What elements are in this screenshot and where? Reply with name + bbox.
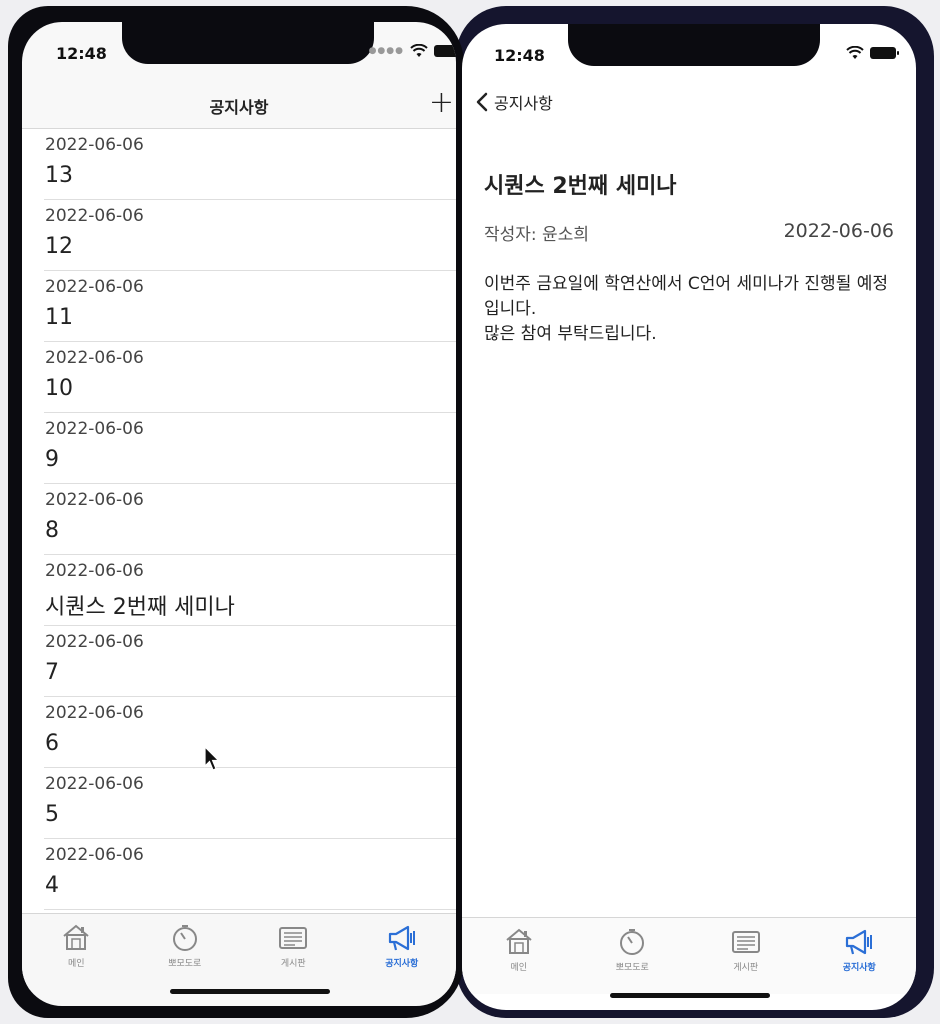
notice-title: 6 [45, 731, 59, 756]
battery-icon [870, 47, 899, 59]
home-icon [465, 926, 573, 958]
tab-pomodoro[interactable]: 뽀모도로 [578, 918, 686, 994]
tab-notice[interactable]: 공지사항 [805, 918, 913, 994]
tab-label: 게시판 [733, 963, 759, 973]
tab-label: 뽀모도로 [168, 959, 202, 969]
tab-label: 뽀모도로 [615, 963, 649, 973]
tab-label: 공지사항 [385, 959, 419, 969]
back-button[interactable]: 공지사항 [476, 90, 553, 114]
signal-icon: ●●●● [368, 46, 404, 56]
notice-title: 13 [45, 163, 73, 188]
notice-date: 2022-06-06 [45, 561, 144, 581]
notice-date: 2022-06-06 [45, 774, 144, 794]
notice-list-item[interactable]: 2022-06-06 시퀀스 2번째 세미나 [44, 555, 456, 626]
tab-main[interactable]: 메인 [465, 918, 573, 994]
notice-title: 시퀀스 2번째 세미나 [484, 174, 677, 199]
add-notice-button[interactable]: + [429, 86, 454, 120]
notch [122, 22, 374, 64]
page-title: 공지사항 [209, 98, 269, 117]
mouse-cursor-icon [204, 746, 220, 771]
notice-title: 5 [45, 802, 59, 827]
tab-main[interactable]: 메인 [22, 914, 130, 990]
author-label: 작성자: 윤소희 [484, 225, 589, 245]
status-time: 12:48 [56, 44, 107, 63]
notice-title: 11 [45, 305, 73, 330]
notice-list-item[interactable]: 2022-06-06 4 [44, 839, 456, 910]
notice-title: 10 [45, 376, 73, 401]
navigation-bar: 공지사항 + [22, 82, 456, 129]
notice-list-item[interactable]: 2022-06-06 6 [44, 697, 456, 768]
notice-title: 4 [45, 873, 59, 898]
notice-date: 2022-06-06 [45, 348, 144, 368]
tab-label: 메인 [67, 959, 85, 969]
notice-title: 시퀀스 2번째 세미나 [45, 595, 235, 620]
notice-date: 2022-06-06 [45, 419, 144, 439]
tab-label: 공지사항 [842, 963, 876, 973]
timer-icon [578, 926, 686, 958]
notice-detail-screen: 12:48 공지사항 시퀀스 2번째 세미나 작성자: 윤소희 2022-06-… [462, 24, 916, 1010]
home-icon [22, 922, 130, 954]
megaphone-icon [348, 922, 456, 954]
home-indicator[interactable] [170, 989, 330, 994]
status-icons [846, 46, 899, 60]
notice-list-item[interactable]: 2022-06-06 9 [44, 413, 456, 484]
status-time: 12:48 [494, 46, 545, 65]
tab-bar: 메인 뽀모도로 게시판 공지사항 [22, 913, 456, 990]
notice-body: 이번주 금요일에 학연산에서 C언어 세미나가 진행될 예정입니다. 많은 참여… [484, 274, 889, 344]
notice-list-item[interactable]: 2022-06-06 12 [44, 200, 456, 271]
notice-date: 2022-06-06 [45, 703, 144, 723]
notice-title: 7 [45, 660, 59, 685]
notice-date: 2022-06-06 [45, 277, 144, 297]
notice-date: 2022-06-06 [45, 490, 144, 510]
notice-list-item[interactable]: 2022-06-06 8 [44, 484, 456, 555]
battery-icon [434, 45, 456, 57]
tab-notice[interactable]: 공지사항 [348, 914, 456, 990]
notice-date: 2022-06-06 [45, 206, 144, 226]
notice-date: 2022-06-06 [783, 220, 894, 242]
home-indicator[interactable] [610, 993, 770, 998]
notice-list-screen: 12:48 ●●●● 공지사항 + 2022-06-06 13 2022-06-06… [22, 22, 456, 1006]
chevron-left-icon [476, 92, 488, 112]
notice-date: 2022-06-06 [45, 632, 144, 652]
tab-label: 메인 [510, 963, 528, 973]
notice-list-item[interactable]: 2022-06-06 13 [44, 129, 456, 200]
notice-title: 12 [45, 234, 73, 259]
notice-title: 8 [45, 518, 59, 543]
wifi-icon [846, 46, 864, 59]
notice-list[interactable]: 2022-06-06 13 2022-06-06 12 2022-06-06 11 2022… [22, 129, 456, 915]
wifi-icon [410, 44, 428, 57]
timer-icon [131, 922, 239, 954]
board-icon [239, 922, 347, 954]
megaphone-icon [805, 926, 913, 958]
board-icon [692, 926, 800, 958]
tab-board[interactable]: 게시판 [239, 914, 347, 990]
tab-board[interactable]: 게시판 [692, 918, 800, 994]
notice-title: 9 [45, 447, 59, 472]
back-label: 공지사항 [494, 94, 553, 113]
notch [568, 24, 820, 66]
notice-list-item[interactable]: 2022-06-06 10 [44, 342, 456, 413]
tab-pomodoro[interactable]: 뽀모도로 [131, 914, 239, 990]
notice-list-item[interactable]: 2022-06-06 5 [44, 768, 456, 839]
notice-list-item[interactable]: 2022-06-06 11 [44, 271, 456, 342]
status-icons: ●●●● [369, 44, 456, 58]
notice-date: 2022-06-06 [45, 135, 144, 155]
notice-list-item[interactable]: 2022-06-06 7 [44, 626, 456, 697]
tab-bar: 메인 뽀모도로 게시판 공지사항 [462, 917, 916, 994]
notice-date: 2022-06-06 [45, 845, 144, 865]
tab-label: 게시판 [280, 959, 306, 969]
